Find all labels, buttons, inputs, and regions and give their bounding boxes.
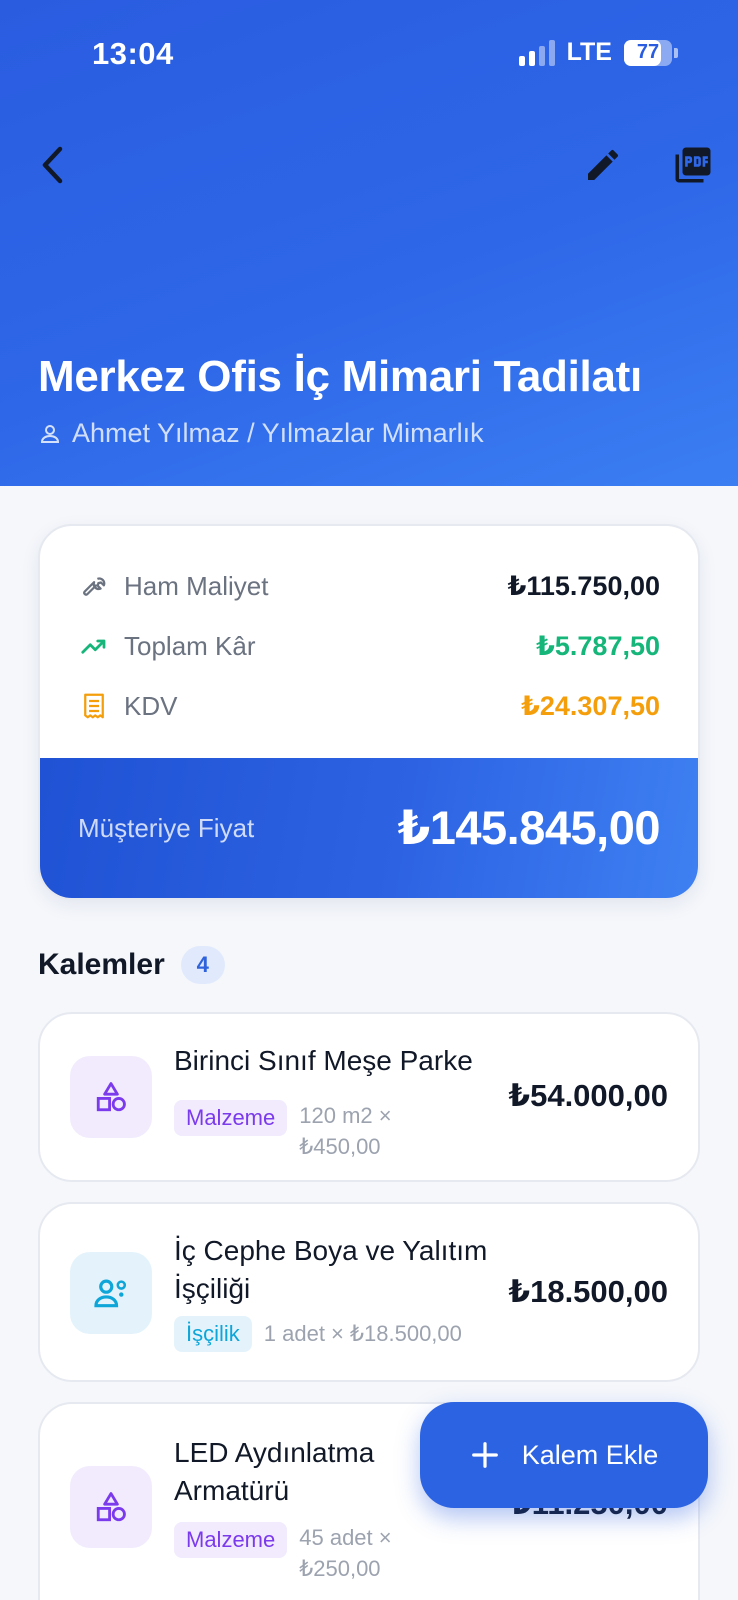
list-item[interactable]: İç Cephe Boya ve Yalıtım İşçiliği İşçili… <box>38 1202 700 1382</box>
signal-icon <box>518 39 555 66</box>
item-total: ₺18.500,00 <box>508 1274 668 1309</box>
item-total: ₺54.000,00 <box>508 1078 668 1113</box>
trending-up-icon <box>78 630 110 662</box>
status-indicators: LTE 77 <box>518 38 678 67</box>
item-quantity: 120 m2 × ₺450,00 <box>299 1103 392 1159</box>
item-meta: Malzeme 120 m2 × ₺450,00 <box>174 1100 392 1162</box>
worker-settings-icon <box>70 1252 152 1334</box>
summary-row-vat: KDV ₺24.307,50 <box>78 686 660 726</box>
pencil-icon <box>588 149 619 180</box>
item-quantity: 45 adet × ₺250,00 <box>299 1525 392 1581</box>
shapes-icon <box>70 1466 152 1548</box>
item-type-tag: Malzeme <box>174 1522 288 1558</box>
add-item-label: Kalem Ekle <box>521 1439 659 1470</box>
item-meta: İşçilik 1 adet × ₺18.500,00 <box>174 1316 462 1352</box>
status-time: 13:04 <box>92 36 174 71</box>
raw-cost-value: ₺115.750,00 <box>507 570 660 601</box>
receipt-icon <box>78 690 110 722</box>
profit-value: ₺5.787,50 <box>536 630 660 661</box>
list-item[interactable]: Birinci Sınıf Meşe Parke Malzeme 120 m2 … <box>38 1012 700 1182</box>
item-name: Birinci Sınıf Meşe Parke <box>174 1045 473 1076</box>
summary-row-raw-cost: Ham Maliyet ₺115.750,00 <box>78 566 660 606</box>
pdf-icon <box>675 147 711 183</box>
cost-summary-card: Ham Maliyet ₺115.750,00 Toplam Kâr ₺5.78… <box>38 524 700 900</box>
person-icon <box>40 424 60 443</box>
items-section-title: Kalemler <box>38 948 165 981</box>
items-count-badge: 4 <box>180 946 225 984</box>
vat-value: ₺24.307,50 <box>521 690 660 721</box>
customer-price-label: Müşteriye Fiyat <box>78 812 255 843</box>
header: 13:04 LTE 77 Merkez Ofis İç Mimari Tadil… <box>0 0 738 486</box>
network-label: LTE <box>566 38 612 66</box>
add-item-button[interactable]: Kalem Ekle <box>420 1402 708 1508</box>
client-info: Ahmet Yılmaz / Yılmazlar Mimarlık <box>38 418 484 449</box>
summary-row-profit: Toplam Kâr ₺5.787,50 <box>78 626 660 666</box>
page-title: Merkez Ofis İç Mimari Tadilatı <box>38 352 642 401</box>
item-name: LED Aydınlatma Armatürü <box>174 1437 375 1506</box>
customer-price-band: Müşteriye Fiyat ₺145.845,00 <box>40 758 698 898</box>
shapes-icon <box>70 1056 152 1138</box>
pdf-export-button[interactable] <box>668 140 718 190</box>
battery-icon: 77 <box>624 39 672 66</box>
chevron-left-icon <box>42 146 63 184</box>
items-section-header: Kalemler 4 <box>38 946 225 984</box>
edit-button[interactable] <box>578 140 628 190</box>
back-button[interactable] <box>28 140 78 190</box>
item-type-tag: İşçilik <box>174 1316 252 1352</box>
item-meta: Malzeme 45 adet × ₺250,00 <box>174 1522 392 1584</box>
item-name: İç Cephe Boya ve Yalıtım İşçiliği <box>174 1235 488 1304</box>
plus-icon <box>471 1442 498 1468</box>
item-quantity: 1 adet × ₺18.500,00 <box>263 1321 462 1346</box>
wrench-icon <box>78 570 110 602</box>
customer-price-value: ₺145.845,00 <box>397 801 661 854</box>
battery-level: 77 <box>636 41 660 63</box>
item-type-tag: Malzeme <box>174 1100 288 1136</box>
client-name: Ahmet Yılmaz / Yılmazlar Mimarlık <box>72 418 484 448</box>
